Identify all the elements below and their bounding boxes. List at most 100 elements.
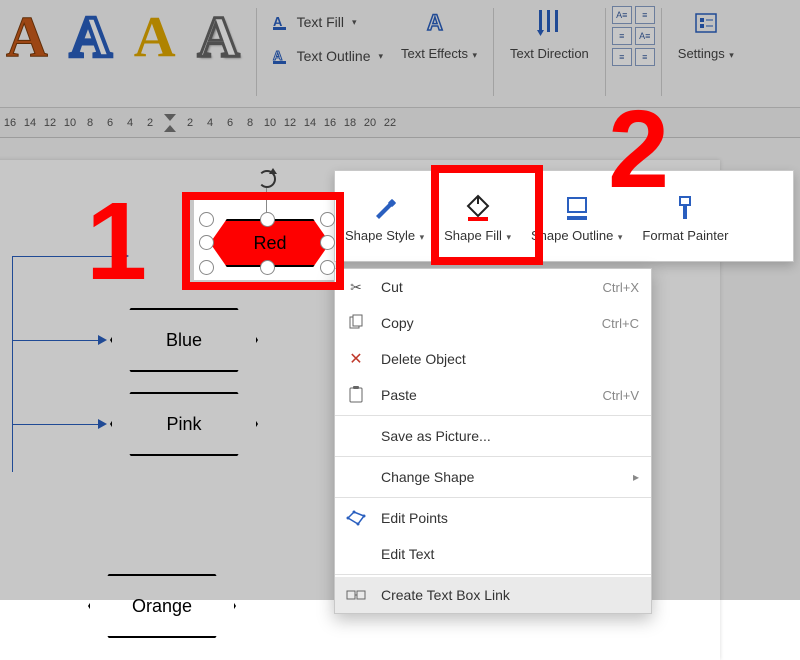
text-outline-label: Text Outline [297, 48, 371, 64]
chevron-down-icon: ▾ [352, 17, 357, 28]
shape-outline-label: Shape Outline [531, 228, 613, 243]
connector-line [12, 256, 13, 472]
menu-item-copy[interactable]: Copy Ctrl+C [335, 305, 651, 341]
wordart-style-3[interactable]: A [128, 8, 182, 66]
resize-handle[interactable] [260, 260, 275, 275]
layout-grid-icon[interactable]: A≡≡ ≡A≡ ≡≡ [612, 6, 655, 66]
edit-points-icon [345, 507, 367, 529]
menu-label: Edit Text [381, 546, 639, 562]
menu-label: Cut [381, 279, 589, 295]
shape-style-label: Shape Style [345, 228, 415, 243]
shape-outline-button[interactable]: Shape Outline ▾ [521, 171, 632, 261]
ruler-tick: 2 [180, 117, 200, 129]
format-painter-button[interactable]: Format Painter [632, 171, 738, 261]
ruler-tick: 8 [240, 117, 260, 129]
menu-item-create-text-box-link[interactable]: Create Text Box Link [335, 577, 651, 613]
resize-handle[interactable] [320, 235, 335, 250]
divider [256, 8, 257, 96]
svg-text:A: A [273, 48, 283, 63]
horizontal-ruler[interactable]: 16 14 12 10 8 6 4 2 2 4 6 8 10 12 14 16 … [0, 108, 800, 138]
resize-handle[interactable] [199, 260, 214, 275]
painter-icon [669, 192, 701, 224]
shape-hexagon-pink[interactable]: Pink [110, 392, 258, 456]
shortcut-label: Ctrl+C [602, 316, 639, 331]
menu-label: Edit Points [381, 510, 639, 526]
chevron-down-icon: ▾ [470, 50, 477, 60]
chevron-down-icon: ▾ [615, 232, 622, 242]
menu-label: Change Shape [381, 469, 619, 485]
divider [605, 8, 606, 96]
resize-handle[interactable] [260, 212, 275, 227]
resize-handle[interactable] [199, 212, 214, 227]
ruler-tick: 6 [100, 117, 120, 129]
shape-style-button[interactable]: Shape Style ▾ [335, 171, 434, 261]
shape-hexagon-blue[interactable]: Blue [110, 308, 258, 372]
shape-mini-toolbar: Shape Style ▾ Shape Fill ▾ Shape Outline… [334, 170, 794, 262]
text-direction-label: Text Direction [510, 46, 589, 61]
menu-separator [335, 574, 651, 575]
text-outline-button[interactable]: A Text Outline ▾ [263, 42, 391, 70]
shape-hexagon-orange[interactable]: Orange [88, 574, 236, 638]
connector-line [12, 340, 100, 341]
ruler-tick: 14 [300, 117, 320, 129]
wordart-style-2[interactable]: A [64, 8, 118, 66]
shortcut-label: Ctrl+V [603, 388, 639, 403]
ruler-tick: 16 [0, 117, 20, 129]
text-direction-button[interactable]: Text Direction [500, 0, 599, 61]
menu-item-paste[interactable]: Paste Ctrl+V [335, 377, 651, 413]
shape-fill-button[interactable]: Shape Fill ▾ [434, 171, 521, 261]
scissors-icon: ✂ [345, 276, 367, 298]
chevron-down-icon: ▾ [504, 232, 511, 242]
rotation-handle-icon[interactable] [258, 170, 276, 188]
text-direction-icon [532, 6, 566, 40]
settings-button[interactable]: Settings ▾ [668, 0, 744, 61]
wordart-style-4[interactable]: A [192, 8, 246, 66]
shape-label: Orange [132, 596, 192, 617]
divider [661, 8, 662, 96]
text-fill-button[interactable]: A Text Fill ▾ [263, 8, 391, 36]
shape-label: Red [253, 233, 286, 254]
text-effects-label: Text Effects [401, 46, 468, 61]
link-icon [345, 584, 367, 606]
ruler-tick: 18 [340, 117, 360, 129]
chevron-down-icon: ▾ [379, 51, 384, 62]
connector-line [12, 256, 122, 257]
bucket-icon [462, 192, 494, 224]
chevron-down-icon: ▾ [727, 50, 734, 60]
shortcut-label: Ctrl+X [603, 280, 639, 295]
menu-item-delete[interactable]: ✕ Delete Object [335, 341, 651, 377]
divider [493, 8, 494, 96]
menu-item-cut[interactable]: ✂ Cut Ctrl+X [335, 269, 651, 305]
blank-icon [345, 425, 367, 447]
format-painter-label: Format Painter [642, 228, 728, 243]
indent-marker[interactable] [160, 113, 180, 133]
brush-icon [369, 192, 401, 224]
menu-item-save-as-picture[interactable]: Save as Picture... [335, 418, 651, 454]
settings-icon [689, 6, 723, 40]
resize-handle[interactable] [199, 235, 214, 250]
shape-label: Blue [166, 330, 202, 351]
menu-item-edit-text[interactable]: Edit Text [335, 536, 651, 572]
ruler-tick: 4 [200, 117, 220, 129]
resize-handle[interactable] [320, 212, 335, 227]
wordart-style-1[interactable]: A [0, 8, 54, 66]
menu-separator [335, 415, 651, 416]
chevron-down-icon: ▾ [417, 232, 424, 242]
menu-item-change-shape[interactable]: Change Shape ▸ [335, 459, 651, 495]
context-menu: ✂ Cut Ctrl+X Copy Ctrl+C ✕ Delete Object… [334, 268, 652, 614]
menu-label: Delete Object [381, 351, 639, 367]
svg-text:A: A [273, 14, 283, 29]
arrow-head-icon [98, 335, 107, 345]
ruler-tick: 10 [60, 117, 80, 129]
text-effects-button[interactable]: A Text Effects ▾ [391, 0, 487, 61]
menu-label: Copy [381, 315, 588, 331]
menu-separator [335, 497, 651, 498]
delete-icon: ✕ [345, 348, 367, 370]
ruler-tick: 22 [380, 117, 400, 129]
ruler-tick: 6 [220, 117, 240, 129]
text-fill-label: Text Fill [297, 14, 344, 30]
wordart-gallery[interactable]: A A A A [0, 0, 250, 66]
resize-handle[interactable] [320, 260, 335, 275]
menu-item-edit-points[interactable]: Edit Points [335, 500, 651, 536]
blank-icon [345, 466, 367, 488]
